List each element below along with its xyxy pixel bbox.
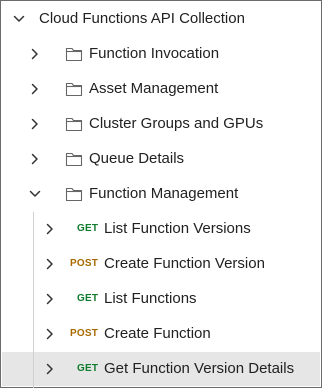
method-badge-get: GET — [77, 363, 99, 374]
method-badge-post: POST — [70, 328, 99, 339]
folder-function-invocation[interactable]: Function Invocation — [2, 37, 320, 71]
chevron-right-icon[interactable] — [28, 117, 42, 131]
folder-label: Asset Management — [89, 80, 219, 97]
folder-icon — [65, 81, 83, 97]
chevron-right-icon[interactable] — [43, 327, 57, 341]
collection-tree-panel: Cloud Functions API Collection Function … — [0, 0, 322, 388]
request-label: List Functions — [104, 290, 197, 307]
folder-cluster-groups-and-gpus[interactable]: Cluster Groups and GPUs — [2, 107, 320, 141]
folder-icon — [65, 151, 83, 167]
chevron-right-icon[interactable] — [43, 362, 57, 376]
folder-function-management[interactable]: Function Management — [2, 177, 320, 211]
request-get-function-version-details[interactable]: GET Get Function Version Details — [2, 352, 320, 386]
request-create-function[interactable]: POST Create Function — [2, 317, 320, 351]
folder-label: Queue Details — [89, 150, 185, 167]
chevron-right-icon[interactable] — [43, 292, 57, 306]
folder-icon — [65, 186, 83, 202]
folder-label: Cluster Groups and GPUs — [89, 115, 264, 132]
collection-name: Cloud Functions API Collection — [39, 10, 245, 27]
chevron-down-icon[interactable] — [12, 12, 26, 26]
folder-asset-management[interactable]: Asset Management — [2, 72, 320, 106]
request-create-function-version[interactable]: POST Create Function Version — [2, 247, 320, 281]
chevron-right-icon[interactable] — [43, 257, 57, 271]
request-list-function-versions[interactable]: GET List Function Versions — [2, 212, 320, 246]
request-label: Create Function Version — [104, 255, 265, 272]
request-label: List Function Versions — [104, 220, 251, 237]
chevron-right-icon[interactable] — [28, 82, 42, 96]
collection-root[interactable]: Cloud Functions API Collection — [2, 2, 320, 36]
tree-indent-guide — [33, 212, 34, 388]
request-label: Get Function Version Details — [104, 360, 295, 377]
folder-icon — [65, 46, 83, 62]
chevron-right-icon[interactable] — [28, 47, 42, 61]
chevron-down-icon[interactable] — [28, 187, 42, 201]
method-badge-get: GET — [77, 293, 99, 304]
chevron-right-icon[interactable] — [43, 222, 57, 236]
folder-queue-details[interactable]: Queue Details — [2, 142, 320, 176]
method-badge-post: POST — [70, 258, 99, 269]
request-list-functions[interactable]: GET List Functions — [2, 282, 320, 316]
folder-label: Function Management — [89, 185, 239, 202]
request-label: Create Function — [104, 325, 211, 342]
chevron-right-icon[interactable] — [28, 152, 42, 166]
folder-icon — [65, 116, 83, 132]
method-badge-get: GET — [77, 223, 99, 234]
folder-label: Function Invocation — [89, 45, 220, 62]
